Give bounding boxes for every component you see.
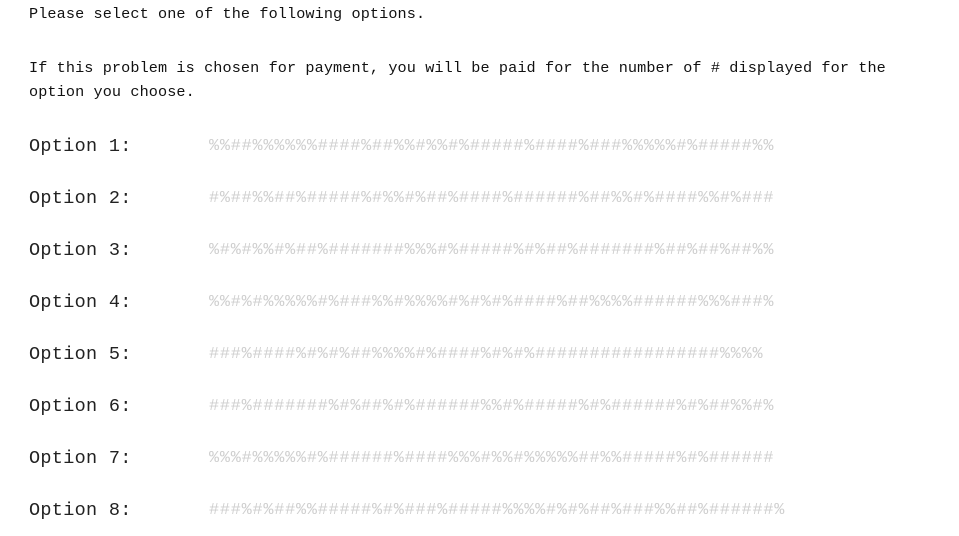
option-pattern: %%#%#%%%%%#%###%%#%%%%#%#%#%####%##%%%%#…: [209, 292, 775, 312]
option-3[interactable]: Option 3: %#%#%%#%##%#######%%%#%#####%#…: [29, 224, 929, 276]
option-8[interactable]: Option 8: ###%#%##%%#####%#%###%#####%%%…: [29, 484, 929, 536]
option-pattern: #%##%%##%#####%#%%#%##%####%######%##%%#…: [209, 188, 775, 208]
instructions: Please select one of the following optio…: [29, 2, 939, 104]
instruction-payment: If this problem is chosen for payment, y…: [29, 59, 886, 101]
option-pattern: %#%#%%#%##%#######%%%#%#####%#%##%######…: [209, 240, 775, 260]
option-7[interactable]: Option 7: %%%#%%%%%#%######%####%%%#%%#%…: [29, 432, 929, 484]
option-label: Option 2:: [29, 187, 132, 209]
option-4[interactable]: Option 4: %%#%#%%%%%#%###%%#%%%%#%#%#%##…: [29, 276, 929, 328]
option-label: Option 1:: [29, 135, 132, 157]
option-pattern: ###%#######%#%##%#%######%%#%#####%#%###…: [209, 396, 775, 416]
option-label: Option 7:: [29, 447, 132, 469]
option-pattern: ###%####%#%#%##%%%%#%####%#%#%##########…: [209, 344, 764, 364]
option-pattern: ###%#%##%%#####%#%###%#####%%%%#%#%##%##…: [209, 500, 786, 520]
instruction-select: Please select one of the following optio…: [29, 5, 426, 23]
option-label: Option 3:: [29, 239, 132, 261]
option-1[interactable]: Option 1: %%##%%%%%%####%##%%#%%#%#####%…: [29, 120, 929, 172]
options-list: Option 1: %%##%%%%%%####%##%%#%%#%#####%…: [29, 120, 929, 536]
option-pattern: %%##%%%%%%####%##%%#%%#%#####%####%###%%…: [209, 136, 775, 156]
option-pattern: %%%#%%%%%#%######%####%%%#%%#%%%%%##%%##…: [209, 448, 775, 468]
option-5[interactable]: Option 5: ###%####%#%#%##%%%%#%####%#%#%…: [29, 328, 929, 380]
option-label: Option 8:: [29, 499, 132, 521]
option-label: Option 4:: [29, 291, 132, 313]
option-2[interactable]: Option 2: #%##%%##%#####%#%%#%##%####%##…: [29, 172, 929, 224]
option-label: Option 5:: [29, 343, 132, 365]
option-6[interactable]: Option 6: ###%#######%#%##%#%######%%#%#…: [29, 380, 929, 432]
option-label: Option 6:: [29, 395, 132, 417]
